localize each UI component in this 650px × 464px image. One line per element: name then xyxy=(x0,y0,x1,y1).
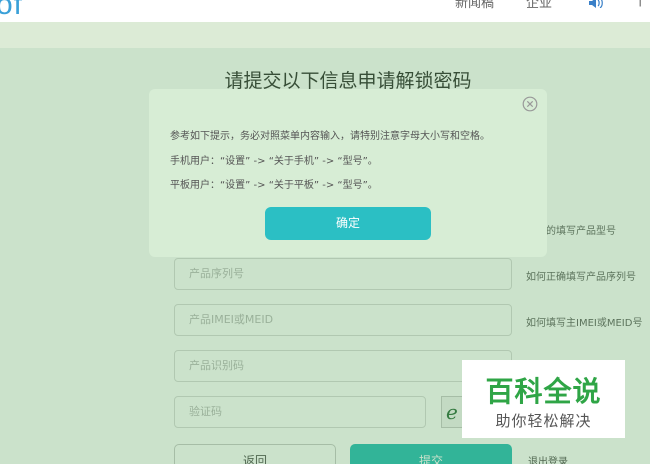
hint-dialog: 参考如下提示，务必对照菜单内容输入，请特别注意字母大小写和空格。 手机用户：“设… xyxy=(149,89,547,257)
nav-item-enterprise[interactable]: 企业 xyxy=(526,0,552,11)
speaker-icon[interactable] xyxy=(588,0,604,8)
dialog-instruction: 参考如下提示，务必对照菜单内容输入，请特别注意字母大小写和空格。 xyxy=(170,131,490,142)
header-band xyxy=(0,22,650,48)
watermark: 百科全说 助你轻松解决 xyxy=(462,360,625,438)
top-header: of 新闻稿 企业 | xyxy=(0,0,650,22)
nav-item-news[interactable]: 新闻稿 xyxy=(455,0,494,11)
nav-item-more[interactable]: | xyxy=(638,0,642,7)
site-logo[interactable]: of xyxy=(0,0,23,22)
dialog-tablet-path: 平板用户：“设置” -> “关于平板” -> “型号”。 xyxy=(170,180,378,191)
close-icon[interactable] xyxy=(522,96,538,112)
dialog-phone-path: 手机用户：“设置” -> “关于手机” -> “型号”。 xyxy=(170,156,378,167)
watermark-subtitle: 助你轻松解决 xyxy=(495,412,592,430)
watermark-title: 百科全说 xyxy=(485,375,602,408)
confirm-button[interactable]: 确定 xyxy=(265,207,431,240)
